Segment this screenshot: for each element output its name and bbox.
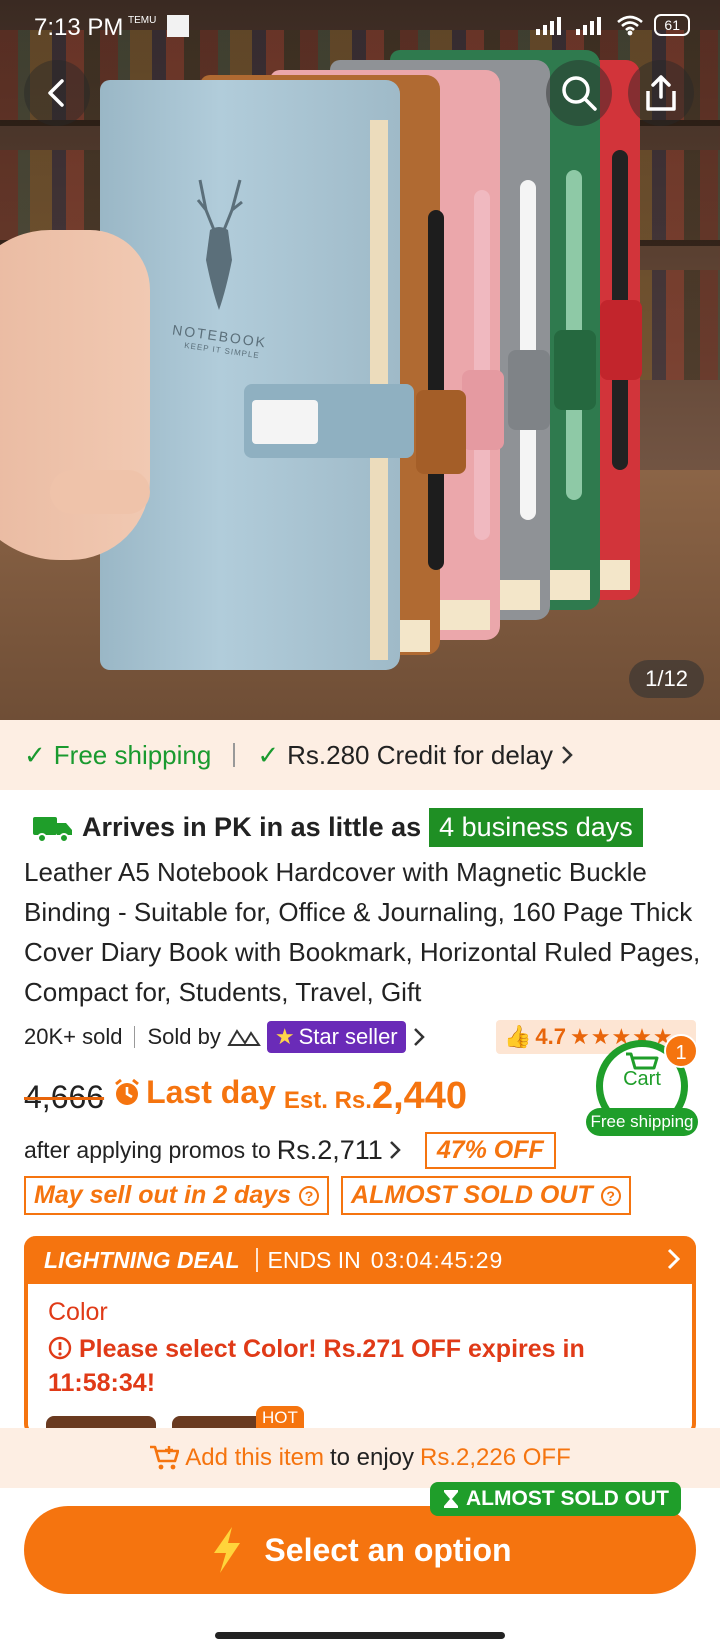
star-icon: ★ bbox=[274, 1024, 295, 1049]
seller-logo-icon bbox=[227, 1029, 261, 1046]
last-day-label: Last day bbox=[112, 1074, 276, 1111]
chevron-right-icon bbox=[562, 746, 573, 764]
chevron-left-icon bbox=[48, 79, 64, 107]
delay-credit[interactable]: ✓ Rs.280 Credit for delay bbox=[257, 740, 573, 771]
ends-in-label: ENDS IN bbox=[267, 1246, 361, 1273]
battery-icon: 61 bbox=[654, 14, 690, 36]
discount-badge: 47% OFF bbox=[424, 1131, 556, 1169]
free-shipping: ✓ Free shipping bbox=[24, 739, 212, 770]
price-row: 4,666 Last day Est. Rs. 2,440 bbox=[24, 1074, 467, 1126]
share-button[interactable] bbox=[628, 60, 694, 126]
signal-icon bbox=[536, 17, 562, 35]
alert-icon bbox=[48, 1336, 72, 1360]
home-indicator[interactable] bbox=[215, 1632, 505, 1639]
select-option-button[interactable]: Select an option bbox=[24, 1506, 696, 1594]
cart-free-shipping: Free shipping bbox=[586, 1108, 698, 1136]
lightning-deal-card: LIGHTNING DEAL ENDS IN 03:04:45:29 Color… bbox=[24, 1236, 696, 1446]
star-seller-badge: ★ Star seller bbox=[266, 1021, 406, 1053]
cart-label: Cart bbox=[623, 1068, 661, 1090]
alarm-clock-icon bbox=[115, 1078, 140, 1105]
hourglass-icon bbox=[444, 1490, 458, 1508]
chevron-right-icon bbox=[389, 1141, 401, 1159]
chevron-right-icon bbox=[667, 1248, 681, 1270]
chevron-right-icon bbox=[413, 1028, 425, 1046]
check-icon: ✓ bbox=[24, 739, 46, 770]
cart-button[interactable]: Cart 1 Free shipping bbox=[586, 1034, 698, 1140]
est-prefix: Est. Rs. bbox=[283, 1086, 372, 1114]
delivery-days-badge: 4 business days bbox=[429, 808, 643, 847]
help-icon: ? bbox=[600, 1185, 621, 1206]
product-title: Leather A5 Notebook Hardcover with Magne… bbox=[24, 857, 701, 1007]
seller-row[interactable]: 20K+ sold Sold by ★ Star seller bbox=[24, 1020, 426, 1054]
temu-notification-icon: TEMU bbox=[128, 15, 157, 26]
shipping-bar[interactable]: ✓ Free shipping ✓ Rs.280 Credit for dela… bbox=[0, 720, 720, 790]
current-price: 2,440 bbox=[371, 1074, 468, 1117]
cart-plus-icon bbox=[150, 1445, 180, 1470]
arrival-estimate: Arrives in PK in as little as 4 business… bbox=[32, 808, 643, 847]
original-price: 4,666 bbox=[24, 1078, 105, 1115]
add-item-promo: Add this item to enjoy Rs.2,226 OFF bbox=[0, 1428, 720, 1488]
lightning-deal-header[interactable]: LIGHTNING DEAL ENDS IN 03:04:45:29 bbox=[24, 1236, 696, 1284]
cart-count-badge: 1 bbox=[664, 1034, 698, 1068]
product-page: NOTEBOOK KEEP IT SIMPLE 1/12 7:13 PM TEM… bbox=[0, 0, 720, 1650]
notification-square-icon bbox=[167, 15, 189, 37]
product-image[interactable]: NOTEBOOK KEEP IT SIMPLE 1/12 bbox=[0, 0, 720, 720]
color-warning: Please select Color! Rs.271 OFF expires … bbox=[48, 1335, 585, 1397]
wifi-icon bbox=[617, 15, 644, 36]
check-icon: ✓ bbox=[257, 739, 280, 770]
back-button[interactable] bbox=[24, 60, 90, 126]
status-bar: 7:13 PM TEMU 61 bbox=[0, 0, 720, 54]
share-icon bbox=[646, 75, 676, 111]
truck-icon bbox=[33, 816, 72, 843]
thumbs-up-icon: 👍 bbox=[504, 1024, 532, 1049]
promo-row[interactable]: after applying promos to Rs.2,711 47% OF… bbox=[24, 1130, 556, 1170]
promo-price: Rs.2,711 bbox=[276, 1134, 383, 1165]
search-button[interactable] bbox=[546, 60, 612, 126]
signal-2-icon bbox=[576, 17, 602, 35]
urgency-row: May sell out in 2 days ? ALMOST SOLD OUT… bbox=[24, 1176, 631, 1215]
deal-title: LIGHTNING DEAL bbox=[44, 1246, 240, 1273]
hot-badge: HOT bbox=[256, 1406, 304, 1430]
rating-value: 4.7 bbox=[535, 1024, 566, 1049]
sold-by-label: Sold by bbox=[147, 1024, 221, 1049]
sell-out-badge[interactable]: May sell out in 2 days ? bbox=[24, 1176, 330, 1215]
status-time: 7:13 PM bbox=[34, 14, 124, 41]
deal-timer: 03:04:45:29 bbox=[370, 1246, 504, 1273]
color-label: Color bbox=[48, 1298, 108, 1326]
sold-count: 20K+ sold bbox=[24, 1024, 123, 1049]
image-counter: 1/12 bbox=[629, 660, 704, 698]
help-icon: ? bbox=[299, 1185, 320, 1206]
search-icon bbox=[562, 76, 597, 111]
almost-sold-out-tag: ALMOST SOLD OUT bbox=[430, 1482, 681, 1516]
lightning-icon bbox=[214, 1527, 241, 1573]
almost-sold-out-badge[interactable]: ALMOST SOLD OUT ? bbox=[341, 1176, 631, 1215]
deer-logo-icon bbox=[196, 179, 243, 310]
